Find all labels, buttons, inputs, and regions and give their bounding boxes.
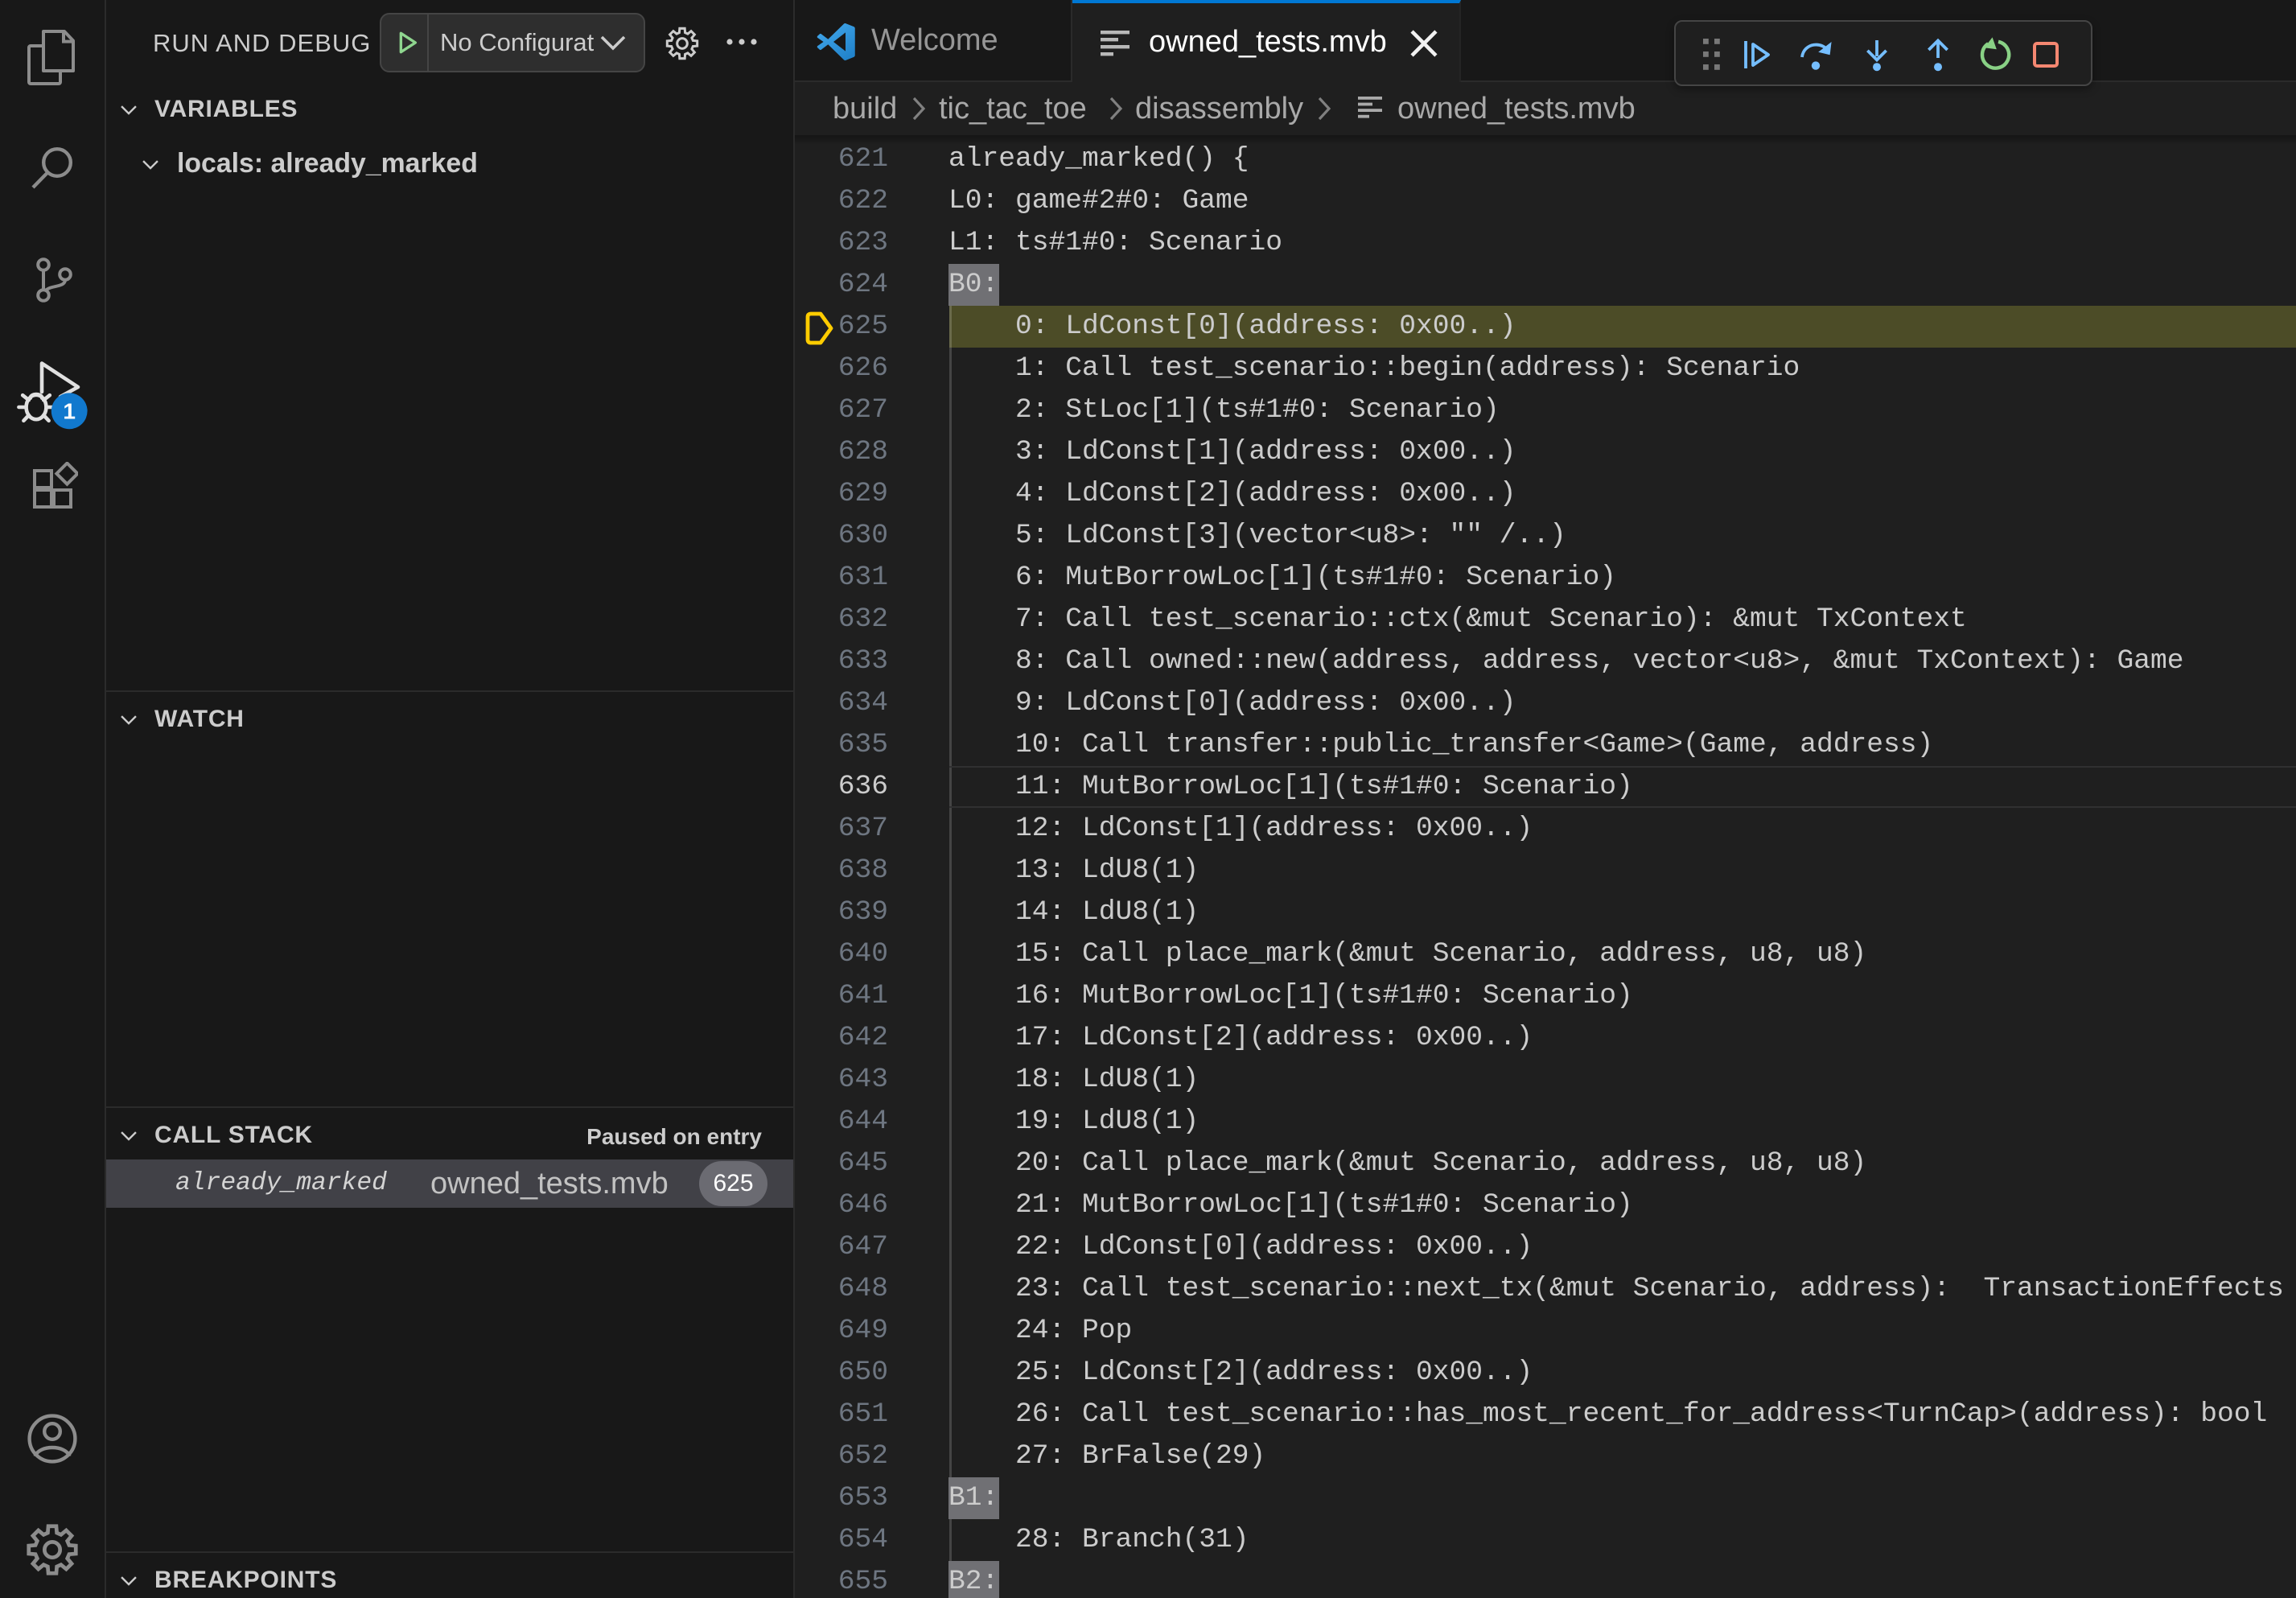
svg-text:1: 1 xyxy=(63,399,76,424)
